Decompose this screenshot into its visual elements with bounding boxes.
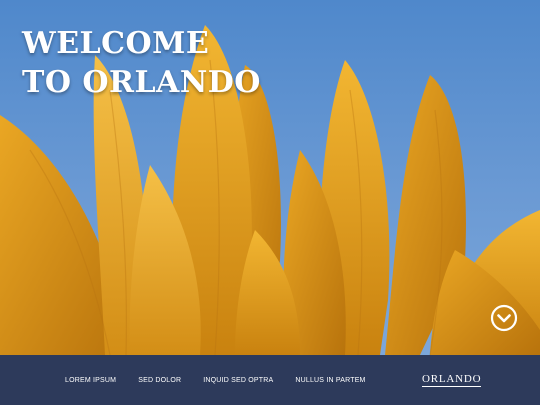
chevron-down-circle-icon <box>490 304 518 332</box>
headline-line-2: TO ORLANDO <box>22 65 261 100</box>
hero-section: WELCOME TO ORLANDO <box>0 0 540 355</box>
nav-link-lorem-ipsum[interactable]: LOREM IPSUM <box>65 377 116 384</box>
hero-headline: WELCOME TO ORLANDO <box>22 24 261 102</box>
brand-logo[interactable]: ORLANDO <box>422 374 482 387</box>
nav-link-inquid-sed-optra[interactable]: INQUID SED OPTRA <box>203 377 273 384</box>
nav-link-sed-dolor[interactable]: SED DOLOR <box>138 377 181 384</box>
footer-nav: LOREM IPSUM SED DOLOR INQUID SED OPTRA N… <box>65 377 388 384</box>
nav-link-nullus-in-partem[interactable]: NULLUS IN PARTEM <box>295 377 365 384</box>
scroll-down-button[interactable] <box>490 304 518 332</box>
landing-page: WELCOME TO ORLANDO LOREM IPSUM SED DOLOR… <box>0 0 540 405</box>
footer-bar: LOREM IPSUM SED DOLOR INQUID SED OPTRA N… <box>0 355 540 405</box>
headline-line-1: WELCOME <box>22 26 210 61</box>
